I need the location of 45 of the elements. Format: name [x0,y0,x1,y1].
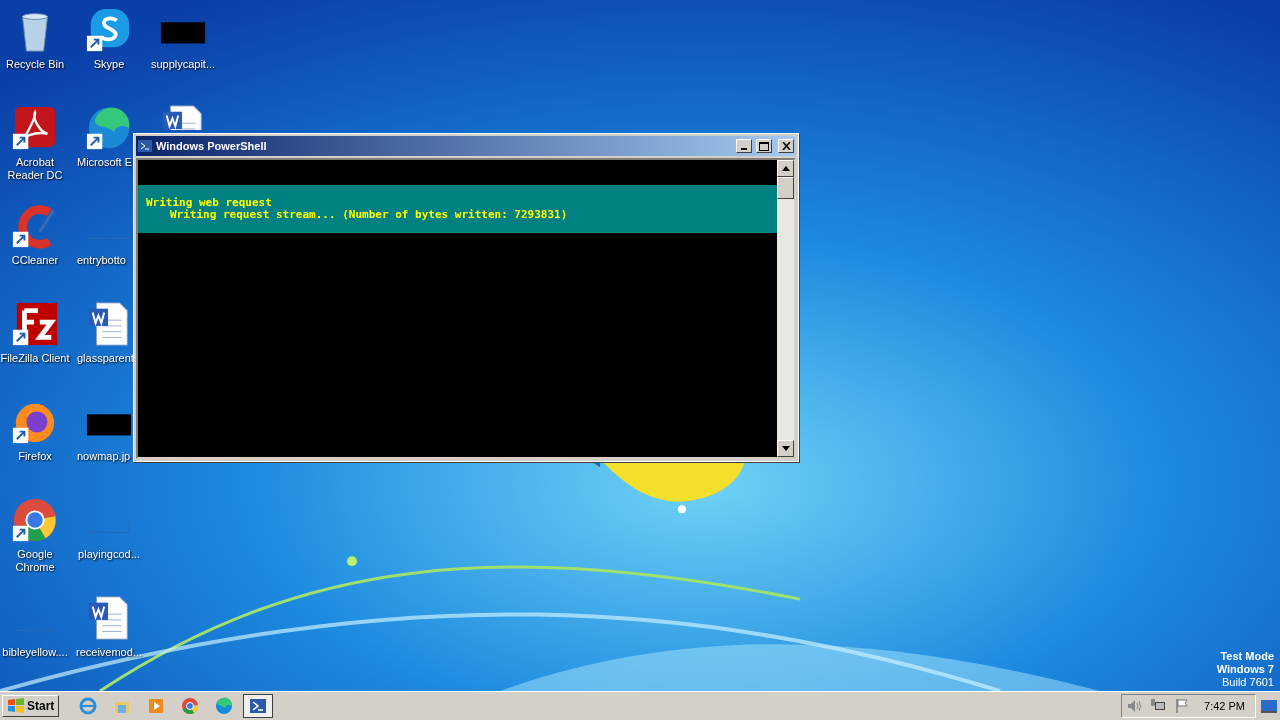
windows-logo-icon [7,698,25,714]
close-icon [781,142,791,150]
icon-label[interactable]: entrybotto [77,254,126,267]
maximize-icon [759,141,769,151]
icon-label[interactable]: playingcod... [78,548,140,561]
icon-label[interactable]: Google Chrome [0,548,72,574]
icon-label[interactable]: Firefox [18,450,52,463]
window-title: Windows PowerShell [156,140,268,152]
scroll-up-button[interactable] [777,160,794,177]
scroll-down-button[interactable] [777,440,794,457]
maximize-button[interactable] [756,139,772,153]
icon-label[interactable]: nowmap.jp [77,450,131,463]
icon-label[interactable]: FileZilla Client [0,352,70,365]
icon-label[interactable]: Recycle Bin [5,58,65,71]
down-arrow-icon [781,446,790,451]
chrome-icon [180,696,201,716]
icon-label[interactable]: Acrobat Reader DC [0,156,72,182]
icon-label[interactable]: Skype [93,58,125,71]
minimize-button[interactable] [736,139,752,153]
icon-label[interactable]: supplycapit... [150,58,216,71]
close-button[interactable] [778,139,794,153]
icon-label[interactable]: bibleyellow.... [2,646,68,659]
taskbar-button[interactable] [243,694,274,718]
progress-activity: Writing web request [145,197,273,209]
clock[interactable]: 7:42 PM [1204,700,1245,712]
icon-label[interactable]: receivemod... [76,646,142,659]
browser-icon [78,696,99,716]
scroll-thumb[interactable] [777,177,794,199]
up-arrow-icon [781,166,790,171]
console-icon [248,696,269,716]
edge-icon [214,696,235,716]
scrollbar[interactable] [777,160,794,457]
chrome-icon[interactable] [11,496,59,544]
test-mode-text: Test Mode [1220,650,1274,663]
test-mode-text: Windows 7 [1216,663,1274,676]
start-button[interactable]: Start [2,695,60,717]
icon-label[interactable]: Microsoft E [77,156,132,169]
progress-status: Writing request stream... (Number of bytes written: 7293831) [170,209,569,221]
icon-label[interactable]: CCleaner [11,254,59,267]
show-desktop-icon[interactable] [1260,698,1278,714]
icon-label[interactable]: glassparent [77,352,134,365]
flag-icon[interactable] [1174,698,1191,714]
filezilla-icon[interactable] [11,300,59,348]
console-icon [138,140,152,152]
test-mode-text: Build 7601 [1222,676,1274,689]
